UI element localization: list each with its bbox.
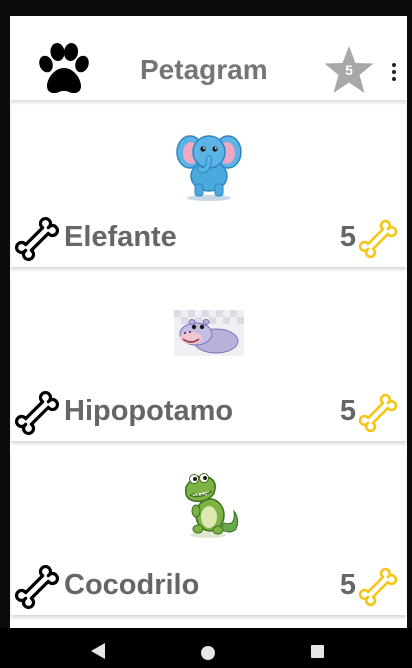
more-vert-icon[interactable] [382, 60, 406, 84]
favorites-count: 5 [345, 62, 353, 78]
pet-card: Hipopotamo 5 [11, 276, 406, 442]
recents-icon[interactable] [311, 645, 324, 658]
app-screen: Petagram 5 Elefante 5 Hipopotamo 5 Cocod… [10, 16, 407, 628]
pet-name: Hipopotamo [64, 395, 234, 427]
pet-name: Cocodrilo [64, 569, 200, 601]
hippo-image [173, 310, 244, 356]
pet-card: Elefante 5 [11, 102, 406, 268]
pet-rating: 5 [339, 395, 356, 427]
home-icon[interactable] [201, 646, 215, 660]
bone-yellow-icon [358, 567, 398, 607]
bone-yellow-icon [358, 393, 398, 433]
pet-rating: 5 [339, 221, 356, 253]
bone-outline-icon[interactable] [13, 389, 61, 437]
bone-outline-icon[interactable] [13, 215, 61, 263]
app-title: Petagram [140, 54, 268, 85]
pet-card: Cocodrilo 5 [11, 450, 406, 616]
app-bar: Petagram 5 [10, 16, 407, 101]
bone-yellow-icon [358, 219, 398, 259]
back-icon[interactable] [90, 642, 106, 660]
crocodile-image [184, 473, 238, 538]
elephant-image [175, 135, 242, 201]
pet-rating: 5 [339, 569, 356, 601]
pet-list: Elefante 5 Hipopotamo 5 Cocodrilo 5 [10, 102, 407, 624]
bone-outline-icon[interactable] [13, 563, 61, 611]
pet-name: Elefante [64, 221, 177, 253]
paw-icon [39, 43, 89, 94]
